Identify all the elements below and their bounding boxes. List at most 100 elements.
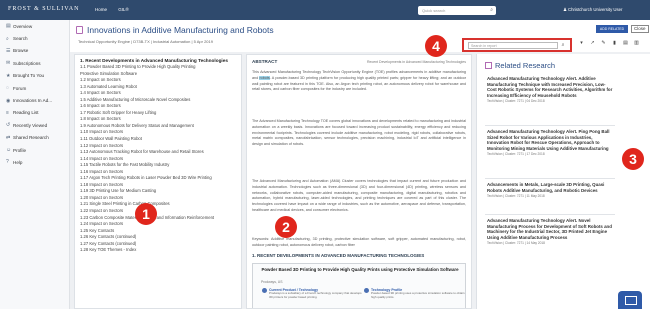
help-icon: ? bbox=[6, 159, 9, 166]
article-title: Powder Based 3D Printing to Provide High… bbox=[261, 267, 459, 272]
report-search-box: Search in report ⌕ bbox=[462, 38, 572, 52]
close-button[interactable]: Close bbox=[631, 25, 649, 33]
nav-gil[interactable]: GIL® bbox=[118, 7, 129, 12]
reading-list-icon: ≡ bbox=[6, 109, 9, 116]
home-icon: ▤ bbox=[6, 23, 11, 30]
column-text: Powder-based 3D printing uses a protecti… bbox=[371, 291, 465, 299]
print-icon[interactable]: ▤ bbox=[622, 40, 629, 46]
related-item[interactable]: Advanced Manufacturing Technology Alert.… bbox=[487, 218, 613, 246]
search-icon[interactable]: ⌕ bbox=[559, 42, 567, 49]
related-research-panel: Related Research Advanced Manufacturing … bbox=[476, 54, 650, 309]
sidebar-item-shared-research[interactable]: ⇄ Shared Research bbox=[0, 132, 69, 144]
sidebar-item-label: Help bbox=[13, 159, 23, 165]
related-item-title[interactable]: Advanced Manufacturing Technology Alert.… bbox=[487, 76, 613, 98]
related-item[interactable]: Advanced Manufacturing Technology Alert.… bbox=[487, 76, 613, 104]
add-related-button[interactable]: ADD RELATED bbox=[596, 25, 628, 33]
related-item-title[interactable]: Advanced Manufacturing Technology Alert.… bbox=[487, 218, 613, 240]
user-menu[interactable]: ♟ Christchurch University User bbox=[563, 7, 647, 13]
shared-icon: ⇄ bbox=[6, 134, 11, 141]
sidebar: ▤ Overview ⌕ Search ☰ Browse ✉ Subscriptions… bbox=[0, 20, 70, 309]
marker-2: 2 bbox=[275, 216, 297, 238]
page-title: Innovations in Additive Manufacturing an… bbox=[87, 25, 274, 35]
sidebar-item-help[interactable]: ? Help bbox=[0, 156, 69, 168]
article-source: Prodways, US bbox=[261, 280, 283, 284]
comment-icon[interactable]: ✎ bbox=[600, 40, 607, 46]
brand-logo[interactable]: FROST & SULLIVAN bbox=[8, 6, 79, 12]
marker-4: 4 bbox=[425, 35, 447, 57]
sidebar-item-label: Reading List bbox=[13, 110, 39, 116]
article-column-current: Current Product / Technology Prodways is… bbox=[262, 288, 365, 308]
article-column-profile: Technology Profile Powder-based 3D print… bbox=[364, 288, 467, 308]
recent-icon: ↺ bbox=[6, 122, 11, 129]
related-item-title[interactable]: Advancements in Metals, Large-scale 3D P… bbox=[487, 182, 613, 193]
bookmark-icon[interactable]: ▮ bbox=[611, 40, 618, 46]
sidebar-item-forum[interactable]: ◌ Forum bbox=[0, 82, 69, 94]
profile-icon: ☺ bbox=[6, 147, 12, 154]
sidebar-item-label: Overview bbox=[13, 23, 33, 29]
download-icon[interactable]: ▾ bbox=[578, 40, 585, 46]
toc-heading[interactable]: 1. Recent Developments in Advanced Manuf… bbox=[80, 58, 236, 63]
browse-icon: ☰ bbox=[6, 47, 11, 54]
sidebar-item-label: Brought To You bbox=[13, 73, 45, 79]
article-card: Powder Based 3D Printing to Provide High… bbox=[252, 263, 467, 308]
info-icon bbox=[262, 288, 267, 293]
sidebar-item-label: Forum bbox=[13, 85, 27, 91]
cluster-paragraph: The Advanced Manufacturing and Automatio… bbox=[252, 179, 466, 212]
sidebar-item-browse[interactable]: ☰ Browse bbox=[0, 45, 69, 57]
info-icon bbox=[364, 288, 369, 293]
user-name: Christchurch University User bbox=[568, 7, 623, 12]
sidebar-item-profile[interactable]: ☺ Profile bbox=[0, 144, 69, 156]
section-heading: 1. RECENT DEVELOPMENTS IN ADVANCED MANUF… bbox=[252, 253, 425, 258]
related-research-heading: Related Research bbox=[485, 61, 555, 70]
related-item-meta: TechVision | Cluster: 7271 | 04 Dec 2018 bbox=[487, 99, 545, 104]
report-search-input[interactable]: Search in report bbox=[468, 42, 558, 49]
sidebar-item-recently-viewed[interactable]: ↺ Recently Viewed bbox=[0, 119, 69, 131]
sidebar-item-search[interactable]: ⌕ Search bbox=[0, 32, 69, 44]
abstract-heading: ABSTRACT bbox=[252, 59, 278, 64]
column-text: Prodways is a subsidiary of a French tec… bbox=[269, 291, 362, 299]
marker-1: 1 bbox=[135, 203, 157, 225]
sidebar-item-overview[interactable]: ▤ Overview bbox=[0, 20, 69, 32]
divider bbox=[485, 178, 615, 179]
related-item[interactable]: Advancements in Metals, Large-scale 3D P… bbox=[487, 182, 613, 199]
toc-item[interactable]: 1.28 Key TOE Themes - Index bbox=[80, 247, 236, 254]
sidebar-item-label: Search bbox=[13, 36, 28, 42]
document-toolbar: ▾ ↗ ✎ ▮ ▤ ▥ bbox=[578, 40, 640, 46]
nav-home[interactable]: Home bbox=[95, 7, 107, 12]
related-item[interactable]: Advanced Manufacturing Technology Alert.… bbox=[487, 129, 613, 157]
sidebar-item-label: Recently Viewed bbox=[13, 122, 48, 128]
feedback-mail-icon[interactable] bbox=[618, 291, 642, 309]
grid-view-icon[interactable]: ▥ bbox=[633, 40, 640, 46]
quick-search-input[interactable]: Quick search ⌕ bbox=[418, 6, 496, 15]
sidebar-item-label: Subscriptions bbox=[13, 60, 41, 66]
sidebar-item-label: Profile bbox=[13, 147, 27, 153]
divider bbox=[485, 214, 615, 215]
related-item-meta: TechVision | Cluster: 7271 | 17 Dec 2018 bbox=[487, 152, 545, 157]
toc-list: 1.1 Powder Based 3D Printing to Provide … bbox=[80, 64, 236, 254]
sidebar-item-label: Shared Research bbox=[13, 135, 49, 141]
sidebar-item-reading-list[interactable]: ≡ Reading List bbox=[0, 107, 69, 119]
table-of-contents: 1. Recent Developments in Advanced Manuf… bbox=[74, 54, 242, 309]
related-item-meta: TechVision | Cluster: 7271 | 11 May 2018 bbox=[487, 194, 545, 199]
abstract-text: . A powder-based 3D printing platform fo… bbox=[252, 75, 466, 92]
sidebar-item-label: Innovations In Ad... bbox=[13, 98, 53, 104]
abstract-paragraph: This Advanced Manufacturing Technology T… bbox=[252, 70, 466, 93]
sidebar-item-innovations[interactable]: ◉ Innovations In Ad... bbox=[0, 94, 69, 106]
document-subhead: Recent Developments in Advanced Manufact… bbox=[367, 60, 466, 64]
share-icon[interactable]: ↗ bbox=[589, 40, 596, 46]
sidebar-item-brought-to-you[interactable]: ★ Brought To You bbox=[0, 70, 69, 82]
document-icon bbox=[76, 26, 83, 34]
search-highlight: robots bbox=[259, 75, 270, 80]
search-icon: ⌕ bbox=[6, 35, 9, 42]
related-icon bbox=[485, 62, 492, 69]
innovations-icon: ◉ bbox=[6, 97, 11, 104]
related-heading-text: Related Research bbox=[495, 61, 556, 70]
sidebar-item-subscriptions[interactable]: ✉ Subscriptions bbox=[0, 57, 69, 69]
sidebar-item-label: Browse bbox=[13, 48, 29, 54]
marker-3: 3 bbox=[622, 148, 644, 170]
divider bbox=[485, 125, 615, 126]
related-item-meta: TechVision | Cluster: 7271 | 14 May 2018 bbox=[487, 241, 545, 246]
related-item-title[interactable]: Advanced Manufacturing Technology Alert.… bbox=[487, 129, 613, 151]
document-viewer: ABSTRACT Recent Developments in Advanced… bbox=[246, 54, 472, 309]
search-icon[interactable]: ⌕ bbox=[490, 7, 493, 13]
